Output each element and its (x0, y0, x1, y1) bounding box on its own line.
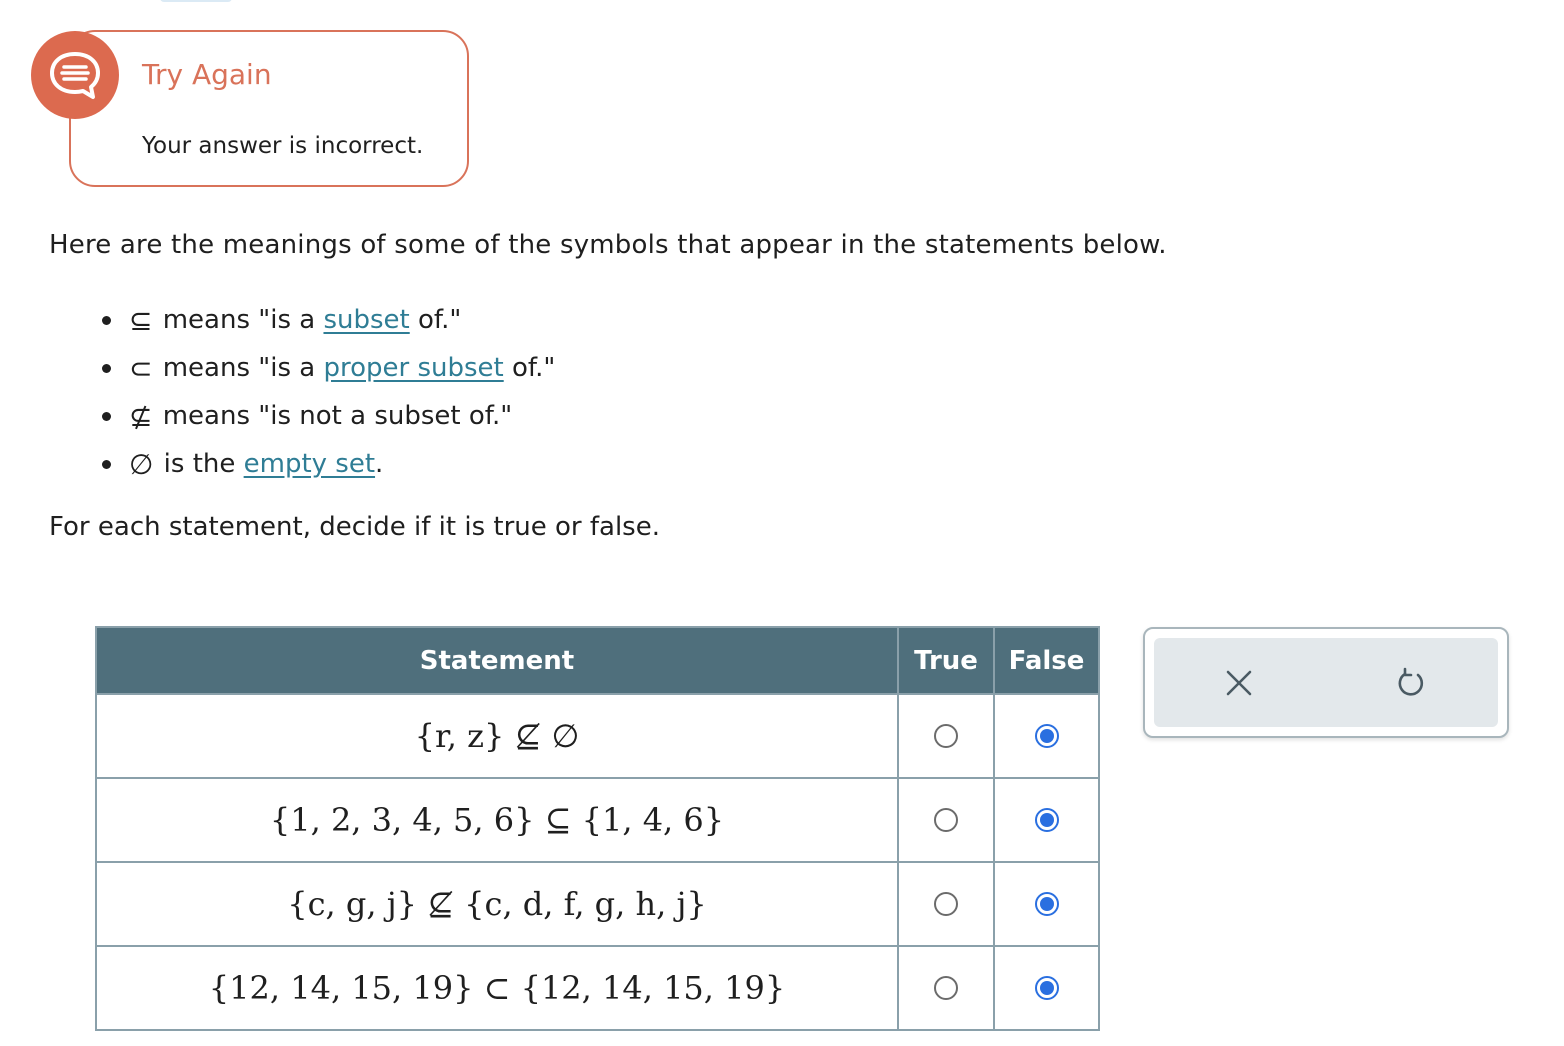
statements-table: Statement True False {r, z} ⊈ ∅ {1, 2, 3… (95, 626, 1100, 1031)
table-row: {1, 2, 3, 4, 5, 6} ⊆ {1, 4, 6} (95, 777, 1100, 863)
symbol-text: of." (409, 305, 462, 335)
true-cell (897, 693, 995, 779)
false-cell (993, 693, 1100, 779)
symbol-text: means "is a (154, 305, 324, 335)
false-radio[interactable] (1034, 976, 1059, 1000)
symbol-list: ⊆ means "is a subset of." ⊂ means "is a … (100, 296, 555, 488)
statement-cell: {c, g, j} ⊈ {c, d, f, g, h, j} (95, 861, 899, 947)
false-cell (993, 945, 1100, 1031)
undo-icon (1398, 667, 1424, 696)
false-radio[interactable] (1034, 892, 1059, 916)
undo-button[interactable] (1388, 660, 1434, 706)
action-toolbar (1154, 638, 1498, 727)
bullet (102, 459, 111, 469)
top-decoration (160, 0, 232, 2)
proper-subset-symbol: ⊂ (129, 351, 153, 385)
false-cell (993, 861, 1100, 947)
table-row: {12, 14, 15, 19} ⊂ {12, 14, 15, 19} (95, 945, 1100, 1031)
header-true: True (897, 626, 995, 695)
true-radio[interactable] (934, 808, 958, 832)
true-radio[interactable] (934, 724, 958, 748)
table-row: {c, g, j} ⊈ {c, d, f, g, h, j} (95, 861, 1100, 947)
header-false: False (993, 626, 1100, 695)
list-item: ⊆ means "is a subset of." (100, 296, 555, 344)
true-radio[interactable] (934, 976, 958, 1000)
symbol-text: is the (155, 449, 244, 479)
true-cell (897, 861, 995, 947)
false-radio[interactable] (1034, 808, 1059, 832)
bullet (102, 315, 111, 325)
empty-set-symbol: ∅ (129, 447, 154, 481)
statement-text: {r, z} ⊈ ∅ (414, 717, 580, 755)
statement-cell: {1, 2, 3, 4, 5, 6} ⊆ {1, 4, 6} (95, 777, 899, 863)
list-item: ⊈ means "is not a subset of." (100, 392, 555, 440)
table-row: {r, z} ⊈ ∅ (95, 693, 1100, 779)
bullet (102, 411, 111, 421)
action-panel (1143, 627, 1509, 738)
false-cell (993, 777, 1100, 863)
statement-cell: {12, 14, 15, 19} ⊂ {12, 14, 15, 19} (95, 945, 899, 1031)
symbol-text: . (375, 449, 384, 479)
feedback-title: Try Again (142, 58, 272, 91)
false-radio[interactable] (1034, 724, 1059, 748)
not-subset-symbol: ⊈ (129, 399, 153, 433)
statement-cell: {r, z} ⊈ ∅ (95, 693, 899, 779)
clear-button[interactable] (1216, 660, 1262, 706)
symbol-text: means "is not a subset of." (154, 401, 513, 431)
true-cell (897, 945, 995, 1031)
proper-subset-link[interactable]: proper subset (323, 353, 503, 383)
statement-text: {1, 2, 3, 4, 5, 6} ⊆ {1, 4, 6} (269, 801, 725, 839)
feedback-message: Your answer is incorrect. (142, 133, 424, 159)
chat-bubble-icon (31, 31, 119, 119)
close-icon (1226, 670, 1252, 696)
subset-symbol: ⊆ (129, 303, 153, 337)
statement-text: {12, 14, 15, 19} ⊂ {12, 14, 15, 19} (208, 969, 786, 1007)
empty-set-link[interactable]: empty set (244, 449, 375, 479)
symbol-text: means "is a (154, 353, 324, 383)
instruction-text: For each statement, decide if it is true… (49, 512, 660, 542)
true-radio[interactable] (934, 892, 958, 916)
bullet (102, 363, 111, 373)
list-item: ⊂ means "is a proper subset of." (100, 344, 555, 392)
header-statement: Statement (95, 626, 899, 695)
subset-link[interactable]: subset (323, 305, 409, 335)
feedback-box (69, 30, 469, 187)
statement-text: {c, g, j} ⊈ {c, d, f, g, h, j} (287, 885, 707, 923)
symbol-text: of." (503, 353, 556, 383)
true-cell (897, 777, 995, 863)
intro-text: Here are the meanings of some of the sym… (49, 230, 1167, 260)
list-item: ∅ is the empty set. (100, 440, 555, 488)
